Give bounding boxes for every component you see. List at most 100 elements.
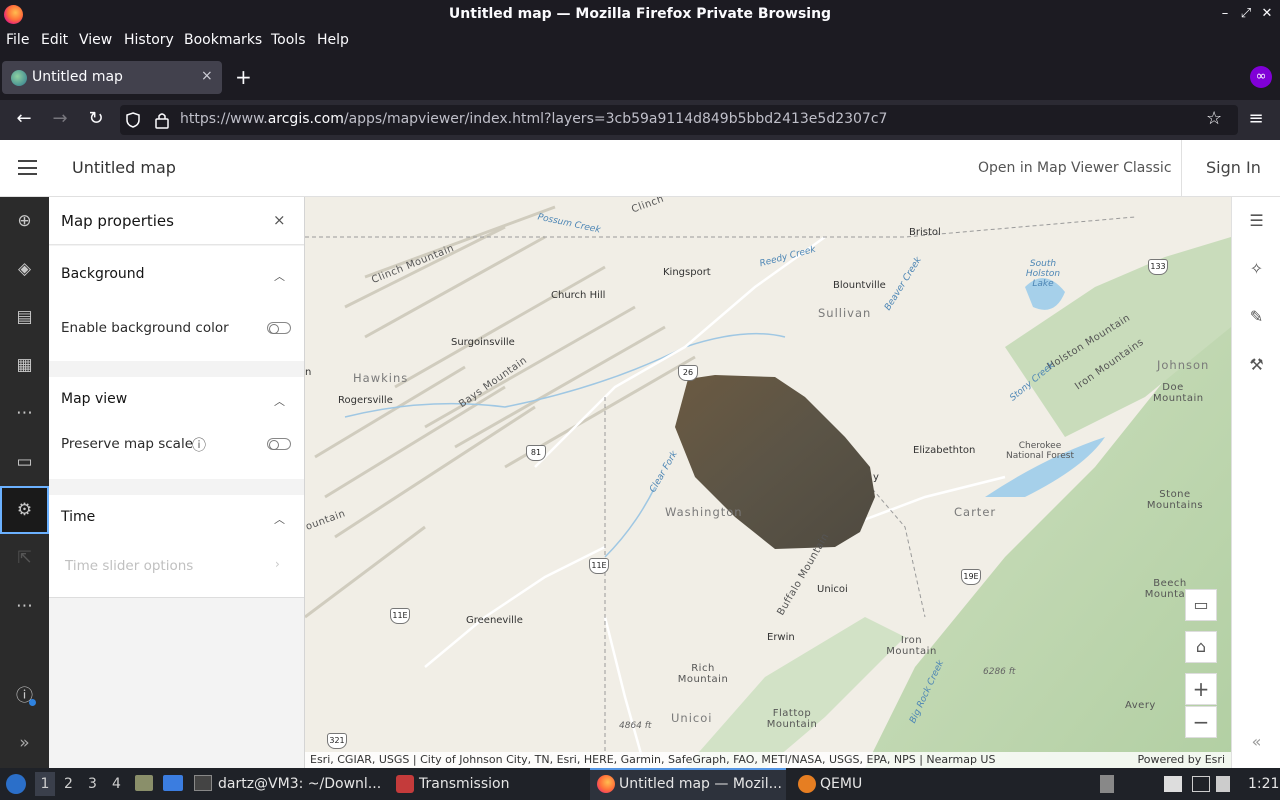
effects-sparkle-icon[interactable]: ✧: [1232, 254, 1280, 284]
enable-bg-color-toggle[interactable]: [267, 322, 291, 334]
map-region-washington: Washington: [665, 505, 743, 519]
info-icon[interactable]: ⓘ: [0, 681, 49, 711]
workspace-1[interactable]: 1: [35, 772, 55, 796]
folder-icon[interactable]: ▭: [0, 447, 49, 477]
clock[interactable]: 1:21: [1248, 776, 1279, 792]
map-label-elevation-6286: 6286 ft: [983, 667, 1016, 677]
tray-battery-icon[interactable]: [1216, 776, 1230, 792]
info-circle-icon[interactable]: ⓘ: [192, 435, 206, 455]
map-label-greeneville: Greeneville: [466, 615, 523, 626]
map-view-section-title[interactable]: Map view: [61, 391, 127, 407]
workspace-3[interactable]: 3: [88, 776, 97, 792]
powered-by-esri[interactable]: Powered by Esri: [1137, 753, 1225, 766]
window-title: Untitled map — Mozilla Firefox Private B…: [448, 6, 832, 22]
url-text[interactable]: https://www.arcgis.com/apps/mapviewer/in…: [180, 111, 887, 127]
maximize-button[interactable]: ⤢: [1238, 6, 1254, 21]
url-bar[interactable]: https://www.arcgis.com/apps/mapviewer/in…: [120, 105, 1238, 135]
file-manager-icon[interactable]: [135, 775, 153, 791]
collapse-chevron-icon[interactable]: «: [1232, 727, 1280, 757]
map-view[interactable]: Bristol Kingsport Church Hill Blountvill…: [305, 197, 1231, 768]
menu-bookmarks[interactable]: Bookmarks: [184, 32, 262, 48]
menu-edit[interactable]: Edit: [41, 32, 68, 48]
sketch-icon[interactable]: ✎: [1232, 302, 1280, 332]
add-layer-icon[interactable]: ⊕: [0, 206, 49, 236]
map-label-elizabethton: Elizabethton: [913, 445, 976, 456]
lock-icon[interactable]: [154, 111, 170, 129]
attribution-text: Esri, CGIAR, USGS | City of Johnson City…: [310, 753, 996, 766]
taskbar-terminal[interactable]: dartz@VM3: ~/Downl...: [218, 776, 381, 792]
zoom-out-button[interactable]: −: [1185, 706, 1217, 738]
url-path: /apps/mapviewer/index.html?layers=3cb59a…: [343, 111, 888, 127]
tab-close-button[interactable]: ×: [201, 68, 213, 84]
desktop-icon[interactable]: [163, 775, 183, 791]
basemap-toggle-button[interactable]: ▭: [1185, 589, 1217, 621]
shield-icon[interactable]: [124, 111, 142, 129]
app-header: Untitled map Open in Map Viewer Classic …: [0, 140, 1280, 197]
menu-file[interactable]: File: [6, 32, 29, 48]
zoom-in-button[interactable]: +: [1185, 673, 1217, 705]
tools-wrench-icon[interactable]: ⚒: [1232, 350, 1280, 380]
hamburger-menu-icon[interactable]: [18, 160, 37, 175]
tab-strip: Untitled map × + ∞: [0, 54, 1280, 100]
map-region-carter: Carter: [954, 505, 997, 519]
background-section-title[interactable]: Background: [61, 266, 145, 282]
tray-clipboard-icon[interactable]: [1100, 775, 1114, 793]
map-label-rogersville: Rogersville: [338, 395, 393, 406]
tables-icon[interactable]: ▤: [0, 302, 49, 332]
close-window-button[interactable]: ✕: [1259, 6, 1275, 21]
tray-network-icon[interactable]: [1192, 776, 1210, 792]
open-classic-link[interactable]: Open in Map Viewer Classic: [978, 160, 1172, 176]
map-label-bristol: Bristol: [909, 227, 941, 238]
chevron-up-icon[interactable]: ︿: [274, 393, 285, 409]
menu-tools[interactable]: Tools: [271, 32, 306, 48]
route-shield-321: 321: [327, 733, 347, 749]
layers-icon[interactable]: ◈: [0, 254, 49, 284]
map-label-church-hill: Church Hill: [551, 290, 606, 301]
bookmark-star-icon[interactable]: ☆: [1206, 108, 1222, 129]
properties-sliders-icon[interactable]: ☰: [1232, 206, 1280, 236]
tab-untitled-map[interactable]: Untitled map ×: [2, 61, 222, 94]
share-icon[interactable]: ⇱: [0, 543, 49, 573]
workspace-4[interactable]: 4: [112, 776, 121, 792]
app-menu-icon[interactable]: ≡: [1244, 108, 1268, 129]
chevron-up-icon[interactable]: ︿: [274, 511, 285, 527]
map-label-unicoi: Unicoi: [817, 584, 848, 595]
taskbar-firefox[interactable]: Untitled map — Mozil...: [619, 776, 782, 792]
map-label-south-holston-lake: South Holston Lake: [1025, 259, 1061, 289]
sign-in-button[interactable]: Sign In: [1206, 158, 1261, 177]
menu-history[interactable]: History: [124, 32, 174, 48]
chevron-up-icon[interactable]: ︿: [274, 268, 285, 284]
map-label-stone-mountains: Stone Mountains: [1146, 489, 1204, 511]
map-label-avery: Avery: [1125, 700, 1156, 711]
chevron-right-icon: ›: [275, 557, 280, 571]
firefox-icon: [597, 775, 615, 793]
more-options-icon-2[interactable]: ⋯: [0, 591, 49, 621]
minimize-button[interactable]: –: [1217, 6, 1233, 21]
map-label-kingsport: Kingsport: [663, 267, 711, 278]
back-arrow-icon[interactable]: ←: [12, 108, 36, 129]
start-menu-icon[interactable]: [6, 774, 26, 794]
tray-notes-icon[interactable]: [1164, 776, 1182, 792]
transmission-icon: [396, 775, 414, 793]
home-button[interactable]: ⌂: [1185, 631, 1217, 663]
map-title: Untitled map: [72, 158, 176, 177]
window-titlebar: Untitled map — Mozilla Firefox Private B…: [0, 0, 1280, 29]
menu-help[interactable]: Help: [317, 32, 349, 48]
taskbar-transmission[interactable]: Transmission: [419, 776, 509, 792]
expand-chevron-icon[interactable]: »: [0, 728, 49, 758]
workspace-2[interactable]: 2: [64, 776, 73, 792]
preserve-map-scale-toggle[interactable]: [267, 438, 291, 450]
map-properties-gear-icon[interactable]: ⚙: [0, 486, 49, 534]
map-label-iron-mountain: Iron Mountain: [886, 635, 937, 657]
new-tab-button[interactable]: +: [235, 65, 252, 89]
more-options-icon[interactable]: ⋯: [0, 398, 49, 428]
legend-icon[interactable]: ▦: [0, 350, 49, 380]
panel-close-button[interactable]: ×: [273, 211, 286, 229]
menu-view[interactable]: View: [79, 32, 112, 48]
map-region-unicoi: Unicoi: [671, 711, 713, 725]
reload-icon[interactable]: ↻: [84, 108, 108, 129]
time-section-title[interactable]: Time: [61, 509, 95, 525]
arcgis-favicon-icon: [11, 70, 27, 86]
taskbar-qemu[interactable]: QEMU: [820, 776, 862, 792]
forward-arrow-icon[interactable]: →: [48, 108, 72, 129]
